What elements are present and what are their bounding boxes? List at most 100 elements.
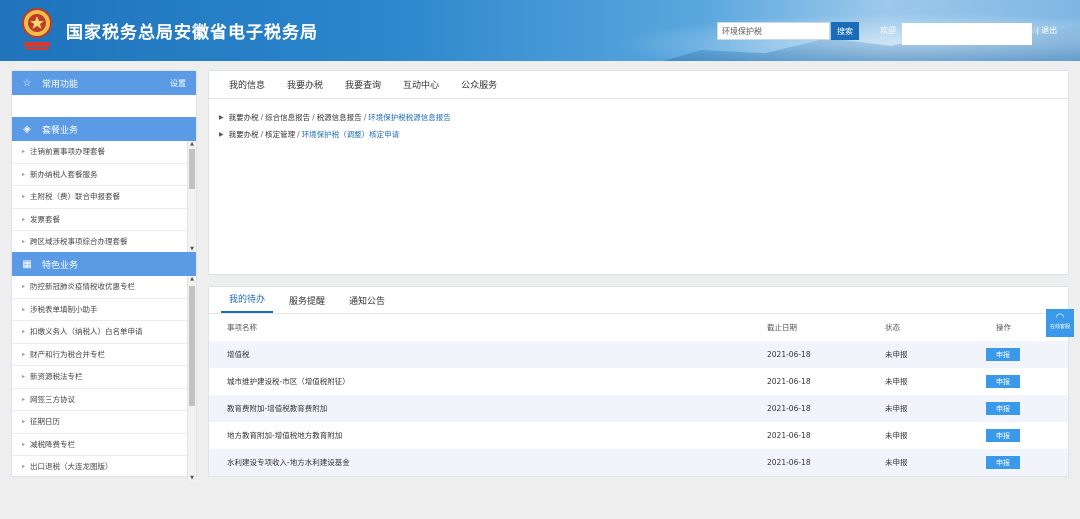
main-top-panel: 我的信息 我要办税 我要查询 互动中心 公众服务 ▶ 我要办税 / 综合信息报告 /… (208, 70, 1069, 275)
tab-query[interactable]: 我要查询 (345, 78, 381, 91)
layers-icon: ◈ (23, 123, 31, 135)
online-service-button[interactable]: ◠ 在线客服 (1046, 309, 1074, 337)
item-name: 教育费附加-增值税教育费附加 (227, 404, 328, 413)
breadcrumb-separator: / (297, 130, 300, 139)
tax-emblem-logo (22, 8, 52, 50)
top-header: 国家税务总局安徽省电子税务局 搜索 欢迎 | 退出 (0, 0, 1080, 61)
list-item[interactable]: ▸ 注销前置事项办理套餐 (12, 141, 196, 164)
list-item[interactable]: ▸ 财产和行为税合并专栏 (12, 344, 196, 366)
item-name: 增值税 (227, 350, 250, 359)
item-status: 未申报 (885, 377, 908, 386)
breadcrumb-part: 我要办税 (228, 130, 259, 139)
packages-label: 套餐业务 (42, 125, 79, 136)
item-name: 城市维护建设税-市区（增值税附征） (227, 377, 350, 386)
column-header: 状态 (885, 323, 900, 332)
item-status: 未申报 (885, 350, 908, 359)
item-deadline: 2021-06-18 (767, 431, 811, 440)
tab-do-tax[interactable]: 我要办税 (287, 78, 323, 91)
main-bottom-panel: 我的待办 服务提醒 通知公告 事项名称 截止日期 状态 操作 增值税 2021-… (208, 286, 1069, 477)
result-link[interactable]: 环境保护税（调整）核定申请 (302, 129, 400, 140)
tab-my-todo[interactable]: 我的待办 (221, 292, 274, 313)
packages-scrollbar[interactable]: ▲ ▼ (187, 141, 196, 252)
favorites-header: ☆ 常用功能 设置 (12, 71, 196, 95)
special-scrollbar[interactable]: ▲ ▼ (187, 276, 196, 481)
breadcrumb-separator: / (312, 113, 315, 122)
bullet-icon: ▸ (22, 418, 26, 426)
list-item-label: 扣缴义务人（纳税人）白名单申请 (30, 327, 143, 337)
report-button[interactable]: 申报 (986, 348, 1020, 361)
list-item-label: 新资源税法专栏 (30, 372, 83, 382)
bullet-icon: ▸ (22, 463, 26, 471)
list-item[interactable]: ▸ 防控新冠肺炎疫情税收优惠专栏 (12, 276, 196, 299)
item-status: 未申报 (885, 458, 908, 467)
item-deadline: 2021-06-18 (767, 404, 811, 413)
bullet-icon: ▸ (22, 215, 26, 223)
bullet-icon: ▸ (22, 350, 26, 358)
breadcrumb-part: 我要办税 (228, 113, 259, 122)
bullet-icon: ▸ (22, 373, 26, 381)
breadcrumb: ▶ 我要办税 / 综合信息报告 / 税源信息报告 / 环境保护税税源信息报告 (219, 109, 1068, 126)
report-button[interactable]: 申报 (986, 375, 1020, 388)
list-item[interactable]: ▸ 跨区域涉税事项综合办理套餐 (12, 231, 196, 252)
report-button[interactable]: 申报 (986, 402, 1020, 415)
scroll-up-icon[interactable]: ▲ (188, 141, 196, 147)
list-item-label: 出口退税（大连龙图版） (30, 462, 113, 472)
list-item-label: 减税降费专栏 (30, 439, 76, 449)
scroll-up-icon[interactable]: ▲ (188, 276, 196, 282)
scrollbar-thumb[interactable] (189, 149, 195, 189)
tab-notices[interactable]: 通知公告 (341, 294, 393, 313)
search-input[interactable] (717, 22, 830, 40)
breadcrumb-separator: / (363, 113, 367, 122)
bullet-icon: ▸ (22, 440, 26, 448)
list-item[interactable]: ▸ 扣缴义务人（纳税人）白名单申请 (12, 321, 196, 344)
list-item-label: 涉税表单填制小助手 (30, 304, 98, 314)
site-title: 国家税务总局安徽省电子税务局 (66, 23, 318, 43)
scrollbar-thumb[interactable] (189, 286, 195, 406)
left-sidebar: ☆ 常用功能 设置 ◈ 套餐业务 ▸ 注销前置事项办理套餐 ▸ 新办纳税人套餐服务 … (11, 70, 197, 481)
list-item[interactable]: ▸ 出口退税（大连龙图版） (12, 456, 196, 479)
item-name: 地方教育附加-增值税地方教育附加 (227, 431, 343, 440)
list-item[interactable]: ▸ 发票套餐 (12, 209, 196, 231)
list-item-label: 主附税（费）联合申报套餐 (30, 192, 121, 202)
triangle-right-icon: ▶ (219, 131, 224, 138)
tab-interaction[interactable]: 互动中心 (403, 78, 439, 91)
special-list: ▸ 防控新冠肺炎疫情税收优惠专栏 ▸ 涉税表单填制小助手 ▸ 扣缴义务人（纳税人）白名… (12, 276, 196, 481)
bullet-icon: ▸ (22, 328, 26, 336)
packages-list: ▸ 注销前置事项办理套餐 ▸ 新办纳税人套餐服务 ▸ 主附税（费）联合申报套餐 ▸ 发票… (12, 141, 196, 252)
list-item[interactable]: ▸ 涉税表单填制小助手 (12, 299, 196, 321)
list-item-label: 网签三方协议 (30, 394, 76, 404)
item-deadline: 2021-06-18 (767, 377, 811, 386)
list-item[interactable]: ▸ 主附税（费）联合申报套餐 (12, 186, 196, 209)
scroll-down-icon[interactable]: ▼ (188, 475, 196, 481)
breadcrumb-separator: / (260, 130, 264, 139)
search-button[interactable]: 搜索 (831, 22, 859, 40)
list-item[interactable]: ▸ 新资源税法专栏 (12, 366, 196, 389)
list-item-label: 新办纳税人套餐服务 (30, 169, 98, 179)
special-header[interactable]: ▦ 特色业务 (12, 252, 196, 276)
packages-header[interactable]: ◈ 套餐业务 (12, 117, 196, 141)
bullet-icon: ▸ (22, 283, 26, 291)
favorites-setting-link[interactable]: 设置 (170, 78, 186, 89)
todo-tabs: 我的待办 服务提醒 通知公告 (209, 287, 1068, 314)
tab-my-info[interactable]: 我的信息 (229, 78, 265, 91)
list-item[interactable]: ▸ 征期日历 (12, 411, 196, 434)
special-label: 特色业务 (42, 260, 79, 271)
tab-public-service[interactable]: 公众服务 (461, 78, 497, 91)
list-item[interactable]: ▸ 网签三方协议 (12, 389, 196, 411)
tab-service-reminder[interactable]: 服务提醒 (281, 294, 333, 313)
list-item[interactable]: ▸ 新办纳税人套餐服务 (12, 164, 196, 186)
table-row: 增值税 2021-06-18 未申报 申报 (209, 341, 1068, 368)
favorites-content (12, 95, 196, 117)
item-status: 未申报 (885, 431, 908, 440)
list-item-label: 注销前置事项办理套餐 (30, 147, 106, 157)
logout-link[interactable]: | 退出 (1036, 25, 1057, 36)
list-item-label: 征期日历 (30, 417, 61, 427)
breadcrumb-part: 核定管理 (265, 130, 296, 139)
table-row: 城市维护建设税-市区（增值税附征） 2021-06-18 未申报 申报 (209, 368, 1068, 395)
report-button[interactable]: 申报 (986, 429, 1020, 442)
table-row: 水利建设专项收入-地方水利建设基金 2021-06-18 未申报 申报 (209, 449, 1068, 476)
report-button[interactable]: 申报 (986, 456, 1020, 469)
list-item[interactable]: ▸ 减税降费专栏 (12, 434, 196, 456)
result-link[interactable]: 环境保护税税源信息报告 (368, 112, 451, 123)
triangle-right-icon: ▶ (219, 114, 224, 121)
